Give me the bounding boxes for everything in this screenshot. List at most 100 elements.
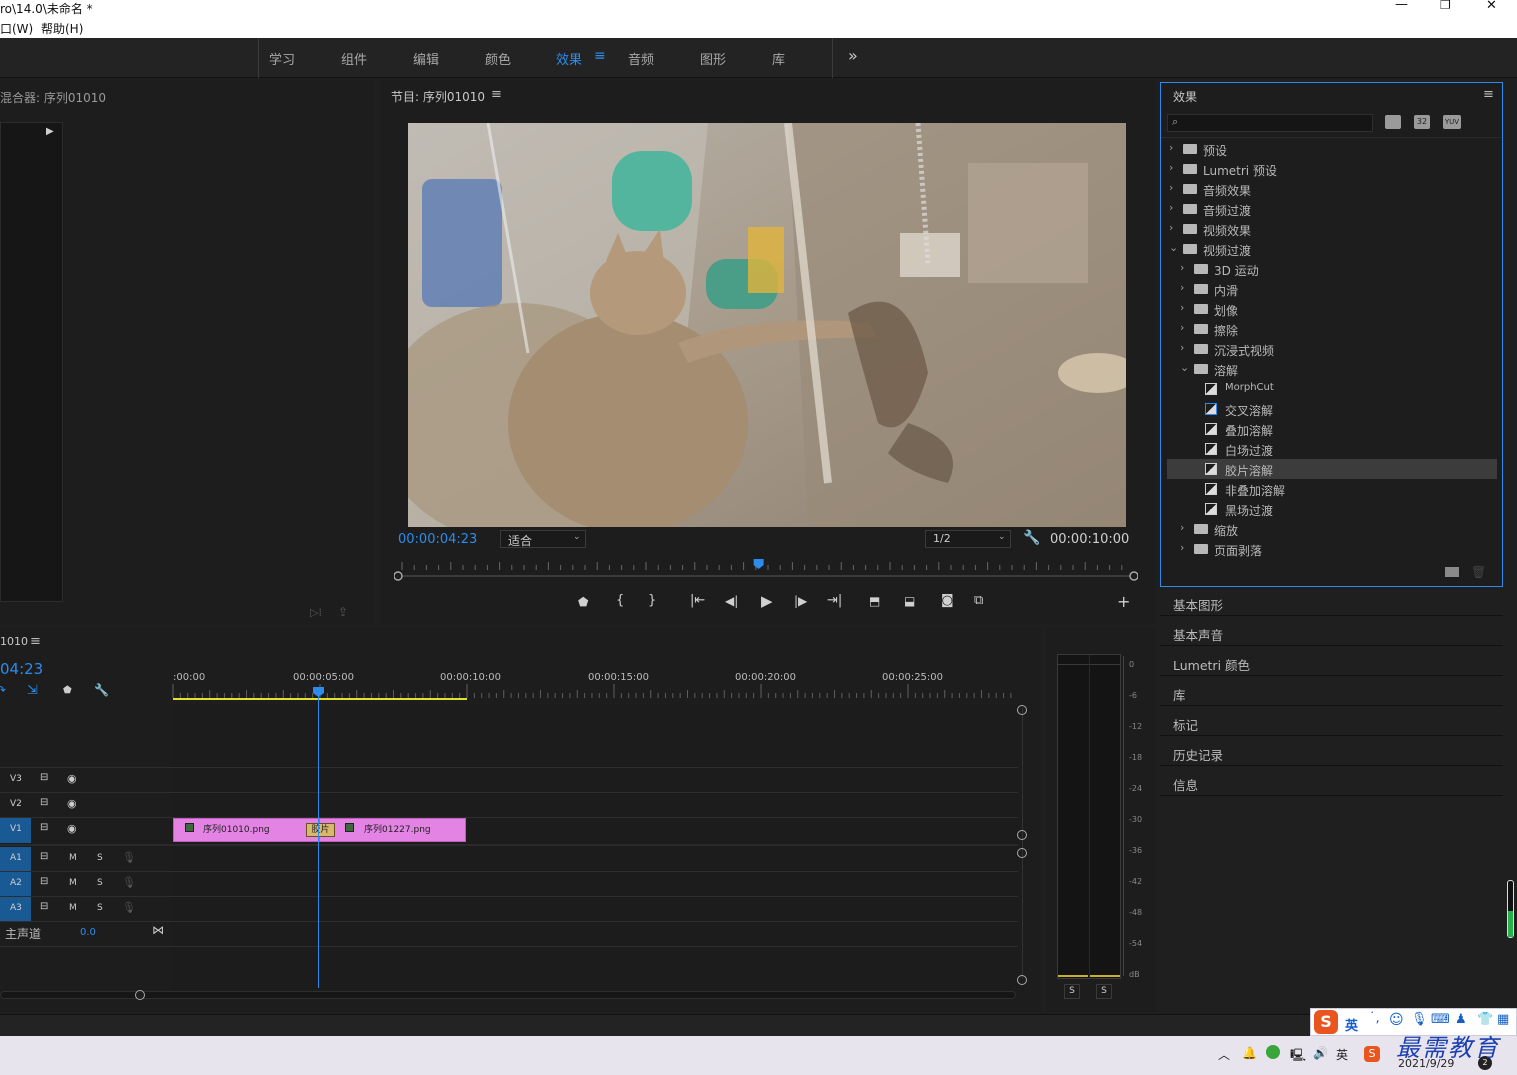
effects-panel-title[interactable]: 效果 [1173, 88, 1197, 105]
speaker-icon[interactable]: 🔊 [1313, 1046, 1328, 1060]
mark-in-button[interactable]: { [616, 593, 624, 608]
sogou-logo-icon[interactable]: S [1314, 1010, 1338, 1034]
add-marker-icon[interactable]: ⬟ [63, 685, 72, 696]
effects-tree-item[interactable]: 黑场过渡 [1167, 499, 1497, 519]
resolution-dropdown[interactable]: 1/2 ⌄ [925, 530, 1011, 548]
sync-lock-icon[interactable]: ⊟ [40, 772, 48, 783]
scroll-handle[interactable] [1017, 975, 1027, 985]
timeline-title[interactable]: 1010 [0, 635, 28, 648]
chevron-right-icon[interactable]: › [1180, 301, 1184, 314]
notification-bell-icon[interactable]: 🔔 [1242, 1046, 1257, 1060]
workspace-menu-icon[interactable]: ≡ [594, 48, 606, 64]
lumetri-color-panel-tab[interactable]: Lumetri 颜色 [1160, 647, 1503, 676]
workspace-tab-graphics[interactable]: 图形 [700, 49, 726, 68]
chevron-right-icon[interactable]: › [1180, 261, 1184, 274]
solo-right-button[interactable]: S [1096, 984, 1112, 999]
effects-tree-item[interactable]: › 缩放 [1167, 519, 1497, 539]
eye-icon[interactable]: ◉ [67, 797, 77, 810]
scroll-handle[interactable] [1017, 830, 1027, 840]
yuv-filter-icon[interactable]: YUV [1443, 115, 1461, 129]
effects-tree-item[interactable]: › 内滑 [1167, 279, 1497, 299]
chevron-right-icon[interactable]: › [1169, 221, 1173, 234]
workspace-tab-color[interactable]: 颜色 [485, 49, 511, 68]
ime-mode[interactable]: 英 [1345, 1015, 1358, 1034]
nest-toggle-icon[interactable]: ↷ [0, 683, 6, 697]
effects-tree-item[interactable]: 非叠加溶解 [1167, 479, 1497, 499]
mixer-panel-title[interactable]: 混合器: 序列01010 [0, 89, 106, 106]
markers-panel-tab[interactable]: 标记 [1160, 707, 1503, 736]
chevron-right-icon[interactable]: › [1180, 341, 1184, 354]
chevron-right-icon[interactable]: › [1180, 541, 1184, 554]
camera-icon[interactable]: ◙ [941, 593, 954, 608]
workspace-overflow-button[interactable]: » [848, 46, 858, 65]
solo-button[interactable]: S [97, 853, 103, 863]
sync-lock-icon[interactable]: ⊟ [40, 876, 48, 887]
32bit-filter-icon[interactable]: 32 [1414, 115, 1430, 129]
effects-tree-item[interactable]: › 音频效果 [1167, 179, 1497, 199]
effects-tree-item[interactable]: › 音频过渡 [1167, 199, 1497, 219]
effects-tree-item[interactable]: 叠加溶解 [1167, 419, 1497, 439]
chevron-right-icon[interactable]: › [1169, 141, 1173, 154]
punctuation-icon[interactable]: ˙, [1369, 1011, 1380, 1026]
panel-menu-icon[interactable]: ≡ [1483, 87, 1494, 102]
track-target-a1[interactable]: A1 [0, 847, 31, 871]
track-target-a3[interactable]: A3 [0, 897, 31, 921]
transition-block[interactable]: 胶片 [306, 823, 335, 837]
work-area-bar[interactable] [173, 698, 467, 700]
panel-menu-icon[interactable]: ≡ [491, 87, 502, 102]
program-monitor-title[interactable]: 节目: 序列01010 [391, 88, 485, 105]
panel-menu-icon[interactable]: ≡ [30, 634, 41, 649]
sync-lock-icon[interactable]: ⊟ [40, 797, 48, 808]
timeline-settings-wrench-icon[interactable]: 🔧 [94, 683, 109, 697]
libraries-panel-tab[interactable]: 库 [1160, 677, 1503, 706]
minimize-button[interactable]: — [1395, 0, 1408, 12]
user-icon[interactable]: ♟ [1455, 1012, 1467, 1027]
playhead-timecode[interactable]: 00:00:04:23 [398, 532, 477, 547]
effects-tree-item[interactable]: 胶片溶解 [1167, 459, 1497, 479]
solo-button[interactable]: S [97, 878, 103, 888]
effects-tree-item[interactable]: ⌄ 视频过渡 [1167, 239, 1497, 259]
comparison-view-button[interactable]: ⧉ [974, 593, 983, 608]
chevron-right-icon[interactable]: › [1180, 321, 1184, 334]
effects-tree-item[interactable]: ⌄ 溶解 [1167, 359, 1497, 379]
button-editor-plus-icon[interactable]: + [1117, 592, 1130, 611]
skin-icon[interactable]: 👕 [1477, 1012, 1493, 1027]
microphone-icon[interactable]: 🎙 [122, 901, 136, 914]
wrench-icon[interactable]: 🔧 [1023, 530, 1040, 546]
video-clip[interactable]: 序列01010.png [173, 818, 319, 842]
maximize-button[interactable]: ❐ [1440, 0, 1451, 12]
mute-button[interactable]: M [69, 903, 77, 913]
horizontal-scrollbar[interactable] [0, 991, 1016, 999]
workspace-tab-audio[interactable]: 音频 [628, 49, 654, 68]
expand-arrow-icon[interactable]: ▶ [46, 126, 54, 137]
mute-button[interactable]: M [69, 878, 77, 888]
security-icon[interactable] [1266, 1045, 1280, 1059]
effects-tree-item[interactable]: › 3D 运动 [1167, 259, 1497, 279]
video-preview[interactable] [408, 123, 1126, 527]
menu-help[interactable]: 帮助(H) [41, 20, 83, 37]
export-icon[interactable]: ▷⁞ [310, 606, 322, 619]
solo-button[interactable]: S [97, 903, 103, 913]
go-to-out-button[interactable]: ⇥| [827, 593, 842, 608]
share-icon[interactable]: ⇪ [338, 605, 348, 619]
track-label-v3[interactable]: V3 [10, 774, 22, 784]
effects-tree-item[interactable]: MorphCut [1167, 379, 1497, 399]
ime-indicator[interactable]: 英 [1336, 1046, 1348, 1063]
sync-lock-icon[interactable]: ⊟ [40, 901, 48, 912]
track-target-v1[interactable]: V1 [0, 818, 31, 843]
snap-icon[interactable]: ⇲ [27, 683, 38, 698]
solo-left-button[interactable]: S [1064, 984, 1080, 999]
keyboard-icon[interactable]: ⌨ [1431, 1012, 1450, 1027]
play-button[interactable]: ▶ [761, 592, 773, 610]
mute-button[interactable]: M [69, 853, 77, 863]
sync-lock-icon[interactable]: ⊟ [40, 851, 48, 862]
accelerated-effects-filter-icon[interactable] [1385, 115, 1401, 129]
effects-tree-item[interactable]: › 划像 [1167, 299, 1497, 319]
chevron-right-icon[interactable]: › [1180, 521, 1184, 534]
step-back-button[interactable]: ◀| [725, 594, 738, 608]
timeline-timecode[interactable]: 04:23 [0, 660, 43, 678]
trash-icon[interactable]: 🗑 [1471, 565, 1486, 579]
microphone-icon[interactable]: 🎙 [122, 851, 136, 864]
scroll-handle[interactable] [1017, 848, 1027, 858]
lift-button[interactable]: ⬒ [869, 594, 880, 608]
